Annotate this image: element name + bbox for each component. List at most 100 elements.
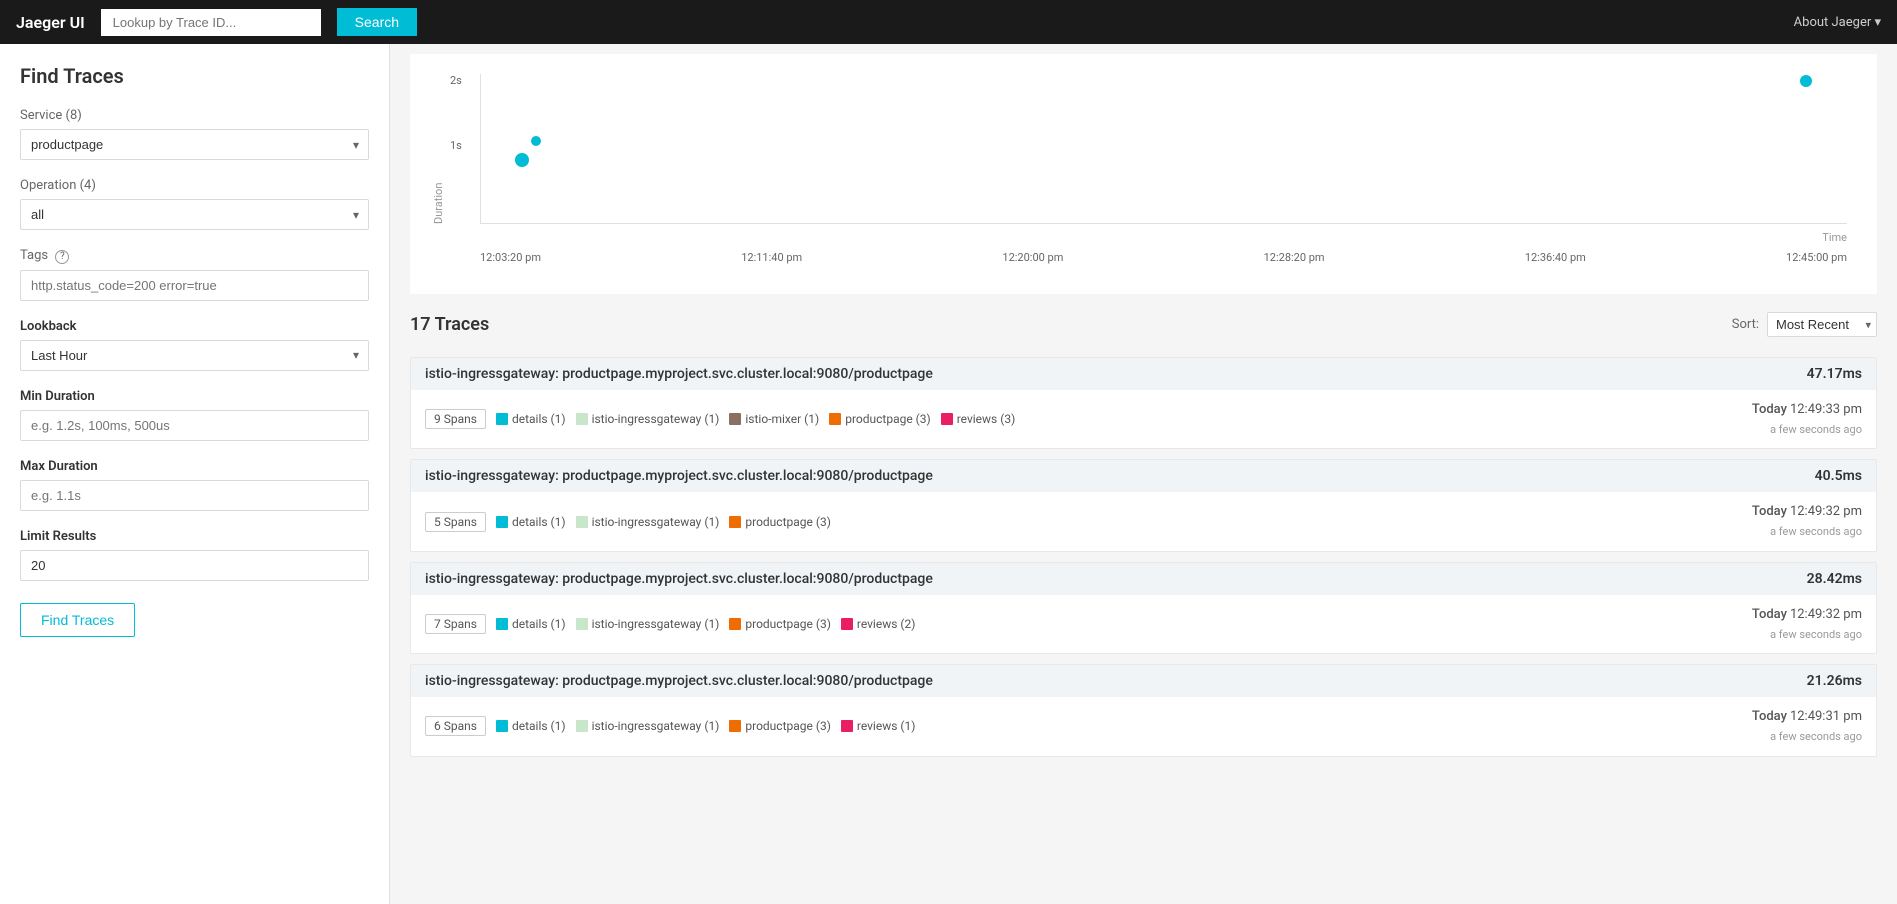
trace-card-header: istio-ingressgateway: productpage.myproj… [411, 665, 1876, 697]
trace-card-header: istio-ingressgateway: productpage.myproj… [411, 358, 1876, 390]
search-button[interactable]: Search [337, 8, 417, 36]
service-label: Service (8) [20, 108, 369, 123]
service-tag: details (1) [496, 412, 566, 426]
trace-duration: 28.42ms [1807, 571, 1862, 587]
app-logo: Jaeger UI [16, 13, 85, 32]
trace-duration: 47.17ms [1807, 366, 1862, 382]
max-duration-group: Max Duration [20, 459, 369, 511]
x-label-4: 12:28:20 pm [1264, 251, 1325, 264]
service-select[interactable]: productpage [20, 129, 369, 160]
trace-time-value: 12:49:32 pm [1790, 504, 1862, 519]
sidebar: Find Traces Service (8) productpage Oper… [0, 44, 390, 904]
trace-time-value: 12:49:32 pm [1790, 607, 1862, 622]
trace-card-body: 5 Spans details (1) istio-ingressgateway… [411, 492, 1876, 550]
trace-date: Today [1752, 709, 1787, 724]
about-menu[interactable]: About Jaeger ▾ [1794, 15, 1881, 30]
trace-card-header: istio-ingressgateway: productpage.myproj… [411, 460, 1876, 492]
trace-card-body: 6 Spans details (1) istio-ingressgateway… [411, 697, 1876, 755]
x-label-1: 12:03:20 pm [480, 251, 541, 264]
min-duration-group: Min Duration [20, 389, 369, 441]
trace-duration: 40.5ms [1815, 468, 1862, 484]
service-dot [496, 516, 508, 528]
trace-time-ago: a few seconds ago [1752, 421, 1862, 439]
service-dot [841, 720, 853, 732]
chart-dot [531, 136, 541, 146]
trace-card-body: 7 Spans details (1) istio-ingressgateway… [411, 595, 1876, 653]
sort-select[interactable]: Most Recent Longest First Shortest First… [1767, 312, 1877, 337]
trace-lookup-input[interactable] [101, 9, 321, 36]
spans-badge: 9 Spans [425, 409, 486, 429]
trace-time-ago: a few seconds ago [1752, 728, 1862, 746]
trace-card[interactable]: istio-ingressgateway: productpage.myproj… [410, 459, 1877, 551]
lookback-group: Lookback Last Hour Last 2 Hours Last 3 H… [20, 319, 369, 371]
operation-label: Operation (4) [20, 178, 369, 193]
operation-select-wrapper: all [20, 199, 369, 230]
find-traces-button[interactable]: Find Traces [20, 603, 135, 637]
service-tag: istio-mixer (1) [729, 412, 819, 426]
service-dot [829, 413, 841, 425]
trace-time-ago: a few seconds ago [1752, 626, 1862, 644]
spans-badge: 5 Spans [425, 512, 486, 532]
trace-card-body: 9 Spans details (1) istio-ingressgateway… [411, 390, 1876, 448]
service-group: Service (8) productpage [20, 108, 369, 160]
trace-card[interactable]: istio-ingressgateway: productpage.myproj… [410, 664, 1877, 756]
trace-date: Today [1752, 402, 1787, 417]
duration-chart: Duration 2s 1s 12:03:20 pm 12:11:40 pm [410, 54, 1877, 294]
service-tag: reviews (1) [841, 719, 916, 733]
y-axis-title: Duration [432, 94, 445, 224]
chart-inner: Duration 2s 1s 12:03:20 pm 12:11:40 pm [430, 64, 1857, 264]
tags-input[interactable] [20, 270, 369, 301]
trace-info: 5 Spans details (1) istio-ingressgateway… [425, 512, 831, 532]
min-duration-label: Min Duration [20, 389, 369, 404]
service-dot [841, 618, 853, 630]
spans-badge: 7 Spans [425, 614, 486, 634]
service-tag: reviews (2) [841, 617, 916, 631]
service-tag: productpage (3) [829, 412, 931, 426]
trace-title: istio-ingressgateway: productpage.myproj… [425, 571, 933, 587]
trace-time: Today 12:49:31 pm a few seconds ago [1752, 707, 1862, 745]
service-tag: productpage (3) [729, 719, 831, 733]
trace-time-value: 12:49:33 pm [1790, 402, 1862, 417]
main-layout: Find Traces Service (8) productpage Oper… [0, 44, 1897, 904]
service-dot [496, 618, 508, 630]
lookback-select[interactable]: Last Hour Last 2 Hours Last 3 Hours Last… [20, 340, 369, 371]
tags-help-icon: ? [55, 250, 69, 264]
sort-control: Sort: Most Recent Longest First Shortest… [1732, 312, 1877, 337]
chart-plot-area [480, 74, 1847, 224]
service-dot [941, 413, 953, 425]
x-label-5: 12:36:40 pm [1525, 251, 1586, 264]
trace-card[interactable]: istio-ingressgateway: productpage.myproj… [410, 357, 1877, 449]
service-dot [729, 618, 741, 630]
chart-dot [515, 153, 529, 167]
service-tag: istio-ingressgateway (1) [576, 412, 720, 426]
lookback-label: Lookback [20, 319, 369, 334]
trace-title: istio-ingressgateway: productpage.myproj… [425, 673, 933, 689]
tags-label: Tags ? [20, 248, 369, 264]
x-label-6: 12:45:00 pm [1786, 251, 1847, 264]
x-label-2: 12:11:40 pm [741, 251, 802, 264]
service-tag: reviews (3) [941, 412, 1016, 426]
trace-info: 9 Spans details (1) istio-ingressgateway… [425, 409, 1015, 429]
trace-time: Today 12:49:32 pm a few seconds ago [1752, 502, 1862, 540]
sort-wrapper: Most Recent Longest First Shortest First… [1767, 312, 1877, 337]
min-duration-input[interactable] [20, 410, 369, 441]
operation-select[interactable]: all [20, 199, 369, 230]
service-tag: productpage (3) [729, 617, 831, 631]
service-dot [729, 720, 741, 732]
service-tag: istio-ingressgateway (1) [576, 719, 720, 733]
header: Jaeger UI Search About Jaeger ▾ [0, 0, 1897, 44]
service-tag: istio-ingressgateway (1) [576, 617, 720, 631]
content-area: Duration 2s 1s 12:03:20 pm 12:11:40 pm [390, 44, 1897, 904]
service-tag: details (1) [496, 719, 566, 733]
trace-date: Today [1752, 504, 1787, 519]
trace-time-value: 12:49:31 pm [1790, 709, 1862, 724]
limit-results-input[interactable] [20, 550, 369, 581]
traces-header: 17 Traces Sort: Most Recent Longest Firs… [410, 304, 1877, 345]
trace-info: 7 Spans details (1) istio-ingressgateway… [425, 614, 915, 634]
service-dot [576, 720, 588, 732]
trace-card[interactable]: istio-ingressgateway: productpage.myproj… [410, 562, 1877, 654]
service-dot [576, 516, 588, 528]
trace-card-header: istio-ingressgateway: productpage.myproj… [411, 563, 1876, 595]
max-duration-input[interactable] [20, 480, 369, 511]
max-duration-label: Max Duration [20, 459, 369, 474]
